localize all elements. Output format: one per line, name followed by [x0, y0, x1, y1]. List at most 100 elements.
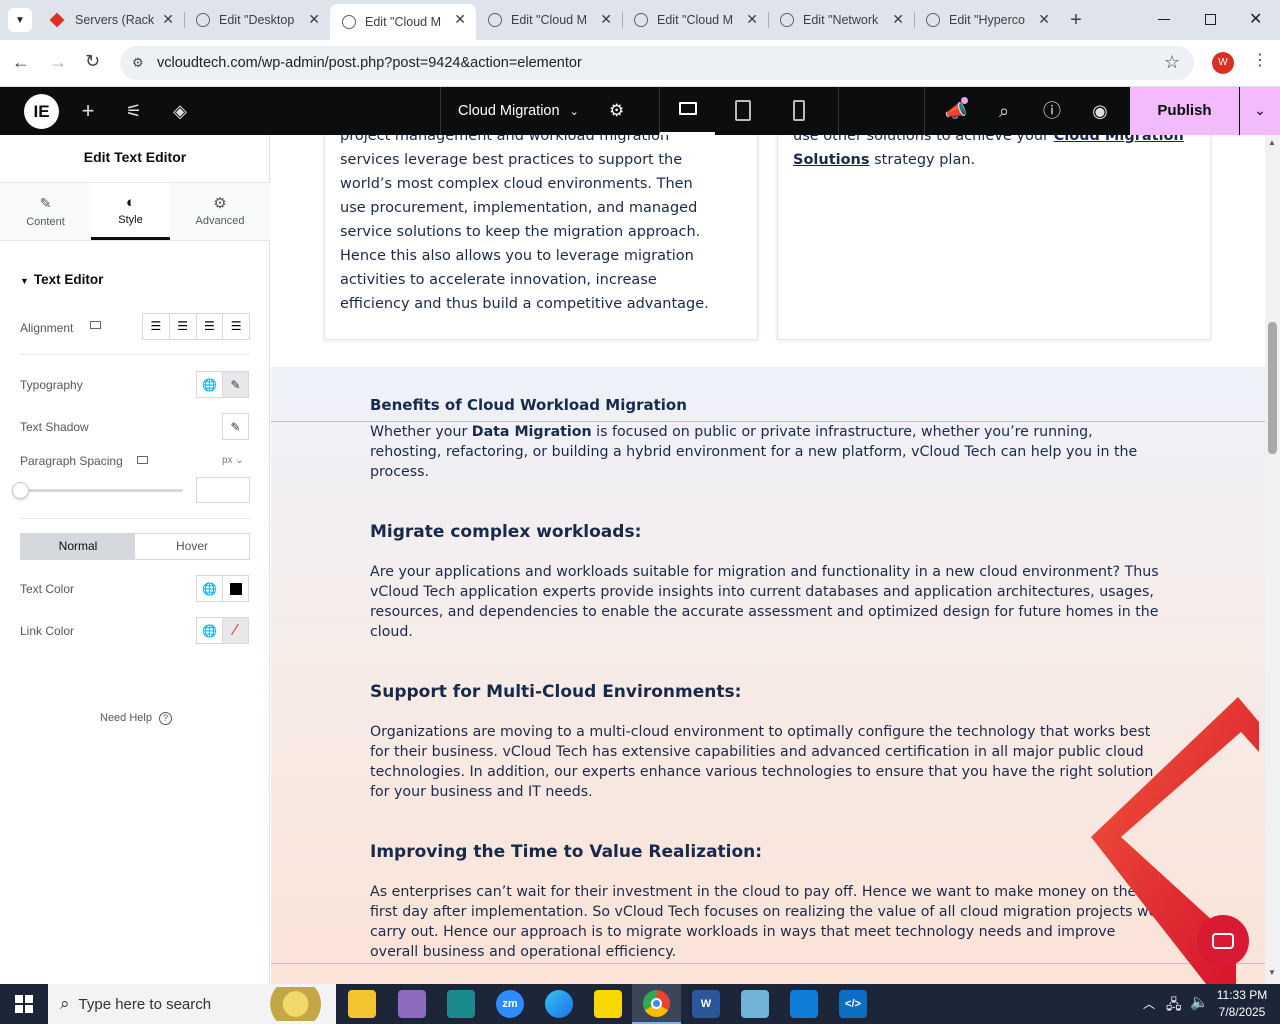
- browser-tab-active[interactable]: Edit "Cloud M ✕: [330, 4, 476, 40]
- edge-icon[interactable]: [545, 990, 573, 1018]
- scroll-down-arrow[interactable]: ▼: [1268, 968, 1276, 977]
- device-mobile-button[interactable]: [771, 87, 827, 135]
- site-info-icon[interactable]: ⚙: [132, 55, 144, 71]
- restore-icon[interactable]: [1205, 14, 1216, 25]
- paragraph-spacing-input[interactable]: [196, 477, 250, 503]
- forward-icon[interactable]: →: [49, 52, 67, 73]
- tab-advanced[interactable]: ⚙ Advanced: [170, 183, 270, 240]
- close-icon[interactable]: ✕: [746, 11, 758, 28]
- minimize-icon[interactable]: [1158, 19, 1170, 20]
- publish-button[interactable]: Publish: [1130, 87, 1239, 135]
- tab-style[interactable]: ◐ Style: [91, 183, 170, 240]
- app-icon-notepad[interactable]: [741, 990, 769, 1018]
- align-center-icon[interactable]: ☰: [170, 314, 197, 339]
- system-tray-chevron-icon[interactable]: ︿: [1143, 995, 1155, 1012]
- help-icon[interactable]: ⓘ: [1040, 99, 1064, 123]
- global-typography-button[interactable]: 🌐: [196, 371, 223, 398]
- browser-tab[interactable]: Edit "Cloud M ✕: [476, 4, 622, 36]
- tab-content[interactable]: ✎ Content: [0, 183, 91, 240]
- globe-icon: 🌐: [202, 623, 217, 638]
- add-element-icon[interactable]: +: [76, 99, 100, 123]
- state-normal-tab[interactable]: Normal: [21, 534, 135, 559]
- structure-layers-icon[interactable]: ◈: [168, 99, 192, 123]
- zoom-icon[interactable]: zm: [496, 990, 524, 1018]
- windows-start-icon[interactable]: [15, 995, 33, 1013]
- section-toggle-text-editor[interactable]: ▼ Text Editor: [20, 272, 103, 287]
- align-justify-icon[interactable]: ☰: [223, 314, 249, 339]
- scroll-up-arrow[interactable]: ▲: [1268, 138, 1276, 147]
- app-icon-purple[interactable]: [398, 990, 426, 1018]
- browser-tab[interactable]: Servers (Rack, ✕: [38, 4, 184, 36]
- close-icon[interactable]: ✕: [600, 11, 612, 28]
- align-left-icon[interactable]: ☰: [143, 314, 170, 339]
- photos-icon[interactable]: [790, 990, 818, 1018]
- gear-icon: ⚙: [213, 195, 227, 212]
- taskbar-search-box[interactable]: ⌕ Type here to search: [48, 984, 336, 1024]
- responsive-desktop-icon[interactable]: [90, 321, 101, 329]
- close-icon[interactable]: ✕: [308, 11, 320, 28]
- chrome-taskbar-button[interactable]: [632, 984, 681, 1024]
- edit-text-shadow-button[interactable]: ✎: [222, 413, 249, 440]
- paragraph-spacing-slider[interactable]: [20, 489, 183, 492]
- back-icon[interactable]: ←: [12, 52, 30, 73]
- state-hover-tab[interactable]: Hover: [135, 534, 249, 559]
- slider-handle[interactable]: [12, 482, 29, 499]
- preview-eye-icon[interactable]: ◉: [1088, 99, 1112, 123]
- page-settings-dropdown[interactable]: Cloud Migration ⌄ ⚙: [440, 87, 648, 135]
- global-color-button[interactable]: 🌐: [196, 617, 223, 644]
- network-icon[interactable]: 🖧: [1166, 994, 1182, 1018]
- sticky-notes-icon[interactable]: [594, 990, 622, 1018]
- reload-icon[interactable]: ↻: [85, 51, 100, 72]
- text-span: use other solutions to achieve your: [793, 135, 1054, 144]
- intro-paragraph[interactable]: Whether your Data Migration is focused o…: [370, 422, 1162, 482]
- globe-icon: 🌐: [202, 377, 217, 392]
- vscode-icon[interactable]: </>: [839, 990, 867, 1018]
- close-icon[interactable]: ✕: [454, 11, 466, 28]
- tab-search-button[interactable]: ▼: [8, 8, 32, 32]
- browser-tab[interactable]: Edit "Cloud M ✕: [622, 4, 768, 36]
- publish-options-button[interactable]: ⌄: [1240, 87, 1280, 135]
- app-icon-teal[interactable]: [447, 990, 475, 1018]
- elementor-logo-icon[interactable]: IE: [24, 94, 59, 129]
- bookmark-star-icon[interactable]: ☆: [1164, 52, 1180, 73]
- mobile-icon: [793, 100, 805, 121]
- cloud-migration-link[interactable]: Cloud Migration: [1054, 135, 1184, 144]
- browser-menu-icon[interactable]: ⋮: [1252, 50, 1268, 70]
- search-icon[interactable]: ⌕: [992, 99, 1016, 123]
- scrollbar-thumb[interactable]: [1268, 322, 1277, 454]
- need-help-link[interactable]: Need Help ?: [100, 712, 173, 725]
- device-desktop-button[interactable]: [659, 87, 715, 135]
- close-icon[interactable]: ✕: [1038, 11, 1050, 28]
- browser-tab[interactable]: Edit "Network ✕: [768, 4, 914, 36]
- section-paragraph: As enterprises can’t wait for their inve…: [370, 884, 1158, 960]
- new-tab-button[interactable]: +: [1064, 8, 1088, 32]
- browser-tab[interactable]: Edit "Hyperco ✕: [914, 4, 1060, 36]
- device-tablet-button[interactable]: [715, 87, 771, 135]
- align-right-icon[interactable]: ☰: [197, 314, 224, 339]
- file-explorer-icon[interactable]: [348, 990, 376, 1018]
- solutions-link[interactable]: Solutions: [793, 152, 870, 168]
- chat-bubble-button[interactable]: [1197, 915, 1249, 967]
- site-settings-icon[interactable]: ⚟: [122, 99, 146, 123]
- unit-selector[interactable]: px ⌄: [222, 455, 244, 466]
- clock[interactable]: 11:33 PM 7/8/2025: [1212, 987, 1272, 1021]
- chat-icon: [1212, 933, 1234, 949]
- volume-icon[interactable]: 🔈: [1190, 993, 1209, 1011]
- word-icon[interactable]: W: [692, 990, 720, 1018]
- gear-icon[interactable]: ⚙: [609, 101, 624, 121]
- close-icon[interactable]: ✕: [162, 11, 174, 28]
- windows-taskbar: ⌕ Type here to search zm W </> ︿ 🖧 🔈 11:…: [0, 984, 1280, 1024]
- section-heading: Improving the Time to Value Realization:: [370, 842, 763, 862]
- vertical-scrollbar[interactable]: ▲ ▼: [1265, 135, 1280, 984]
- close-icon[interactable]: ✕: [892, 11, 904, 28]
- text-color-picker[interactable]: [222, 575, 249, 602]
- profile-avatar[interactable]: W: [1212, 52, 1234, 74]
- responsive-desktop-icon[interactable]: [137, 456, 148, 464]
- global-color-button[interactable]: 🌐: [196, 575, 223, 602]
- edit-typography-button[interactable]: ✎: [222, 371, 249, 398]
- browser-tab[interactable]: Edit "Desktop ✕: [184, 4, 330, 36]
- wordpress-icon: [488, 13, 502, 27]
- link-color-picker[interactable]: ⁄: [222, 617, 249, 644]
- address-bar[interactable]: ⚙ vcloudtech.com/wp-admin/post.php?post=…: [120, 46, 1194, 80]
- window-close-icon[interactable]: ✕: [1249, 9, 1262, 29]
